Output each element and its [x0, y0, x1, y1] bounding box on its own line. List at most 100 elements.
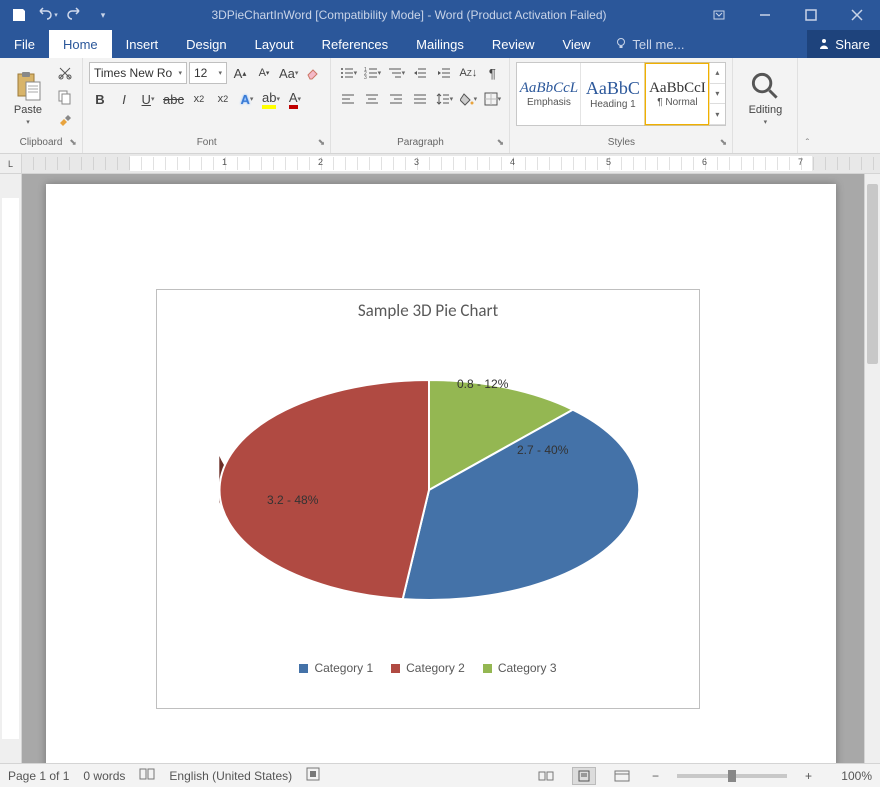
style-heading1[interactable]: AaBbCHeading 1 — [581, 63, 645, 125]
redo-button[interactable] — [62, 2, 88, 28]
cut-button[interactable] — [54, 62, 76, 84]
save-button[interactable] — [6, 2, 32, 28]
style-preview: AaBbCcI — [649, 80, 706, 97]
status-language[interactable]: English (United States) — [169, 769, 292, 783]
ruler-vertical[interactable] — [0, 174, 22, 763]
share-button[interactable]: Share — [807, 30, 880, 58]
zoom-knob[interactable] — [728, 770, 736, 782]
style-normal[interactable]: AaBbCcI¶ Normal — [645, 63, 709, 125]
status-page[interactable]: Page 1 of 1 — [8, 769, 69, 783]
scissors-icon — [57, 65, 73, 81]
paste-button[interactable]: Paste ▾ — [6, 62, 50, 134]
editing-button[interactable]: Editing ▾ — [739, 62, 791, 134]
font-size-combo[interactable]: 12▾ — [189, 62, 227, 84]
data-label-c1: 2.7 - 40% — [517, 443, 568, 457]
zoom-slider[interactable] — [677, 774, 787, 778]
read-icon — [538, 770, 554, 782]
align-center-button[interactable] — [361, 88, 383, 110]
zoom-level[interactable]: 100% — [830, 769, 872, 783]
tab-home[interactable]: Home — [49, 30, 112, 58]
font-launcher[interactable]: ⬊ — [315, 137, 327, 149]
grow-font-button[interactable]: A▴ — [229, 62, 251, 84]
status-proofing[interactable] — [139, 767, 155, 784]
group-paragraph: ▾ 123▾ ▾ AZ↓ ¶ ▾ ▾ ▾ — [331, 58, 510, 153]
tab-layout[interactable]: Layout — [241, 30, 308, 58]
tab-selector[interactable]: L — [0, 154, 22, 173]
view-web-button[interactable] — [610, 767, 634, 785]
styles-up[interactable]: ▴ — [709, 63, 725, 84]
tab-view[interactable]: View — [548, 30, 604, 58]
font-name-combo[interactable]: Times New Ro▾ — [89, 62, 187, 84]
data-label-c2: 3.2 - 48% — [267, 493, 318, 507]
font-color-button[interactable]: A▾ — [284, 88, 306, 110]
justify-button[interactable] — [409, 88, 431, 110]
status-macro[interactable] — [306, 767, 320, 784]
ruler-num: 5 — [606, 157, 611, 167]
increase-indent-button[interactable] — [433, 62, 455, 84]
view-read-button[interactable] — [534, 767, 558, 785]
align-left-button[interactable] — [337, 88, 359, 110]
lightbulb-icon — [614, 37, 628, 51]
subscript-button[interactable]: x2 — [188, 88, 210, 110]
tab-insert[interactable]: Insert — [112, 30, 173, 58]
document-canvas[interactable]: Sample 3D Pie Chart 0.8 - 12% — [22, 174, 880, 763]
align-center-icon — [365, 92, 379, 106]
tab-review[interactable]: Review — [478, 30, 549, 58]
scrollbar-vertical[interactable] — [864, 174, 880, 763]
macro-icon — [306, 767, 320, 781]
collapse-ribbon-button[interactable]: ˆ — [798, 58, 816, 153]
zoom-out-button[interactable]: − — [648, 769, 663, 783]
legend-swatch — [299, 664, 308, 673]
borders-button[interactable]: ▾ — [481, 88, 503, 110]
ruler-num: 2 — [318, 157, 323, 167]
qat-customize[interactable]: ▾ — [90, 2, 116, 28]
brush-icon — [57, 113, 73, 129]
bullets-button[interactable]: ▾ — [337, 62, 359, 84]
multilevel-list-button[interactable]: ▾ — [385, 62, 407, 84]
close-button[interactable] — [834, 0, 880, 30]
numbering-button[interactable]: 123▾ — [361, 62, 383, 84]
status-words[interactable]: 0 words — [83, 769, 125, 783]
styles-more[interactable]: ▾ — [709, 104, 725, 125]
highlight-button[interactable]: ab▾ — [260, 88, 282, 110]
tab-file[interactable]: File — [0, 30, 49, 58]
clear-formatting-button[interactable] — [302, 62, 324, 84]
ribbon-options-button[interactable] — [696, 0, 742, 30]
scrollbar-thumb[interactable] — [867, 184, 878, 364]
superscript-button[interactable]: x2 — [212, 88, 234, 110]
maximize-button[interactable] — [788, 0, 834, 30]
styles-label: Styles — [608, 137, 635, 148]
tell-me-search[interactable]: Tell me... — [604, 30, 694, 58]
view-print-button[interactable] — [572, 767, 596, 785]
italic-button[interactable]: I — [113, 88, 135, 110]
copy-button[interactable] — [54, 86, 76, 108]
ruler-horizontal[interactable]: L 1 2 3 4 5 6 7 — [0, 154, 880, 174]
clipboard-launcher[interactable]: ⬊ — [67, 137, 79, 149]
shading-button[interactable]: ▾ — [457, 88, 479, 110]
style-emphasis[interactable]: AaBbCcLEmphasis — [517, 63, 581, 125]
decrease-indent-button[interactable] — [409, 62, 431, 84]
align-right-button[interactable] — [385, 88, 407, 110]
text-effects-button[interactable]: A▾ — [236, 88, 258, 110]
sort-button[interactable]: AZ↓ — [457, 62, 479, 84]
strikethrough-button[interactable]: abc — [161, 88, 186, 110]
underline-button[interactable]: U▾ — [137, 88, 159, 110]
ruler-num: 3 — [414, 157, 419, 167]
format-painter-button[interactable] — [54, 110, 76, 132]
undo-button[interactable]: ▾ — [34, 2, 60, 28]
change-case-button[interactable]: Aa▾ — [277, 62, 300, 84]
zoom-in-button[interactable]: + — [801, 769, 816, 783]
bold-button[interactable]: B — [89, 88, 111, 110]
show-marks-button[interactable]: ¶ — [481, 62, 503, 84]
tab-design[interactable]: Design — [172, 30, 240, 58]
paragraph-launcher[interactable]: ⬊ — [494, 137, 506, 149]
styles-launcher[interactable]: ⬊ — [717, 137, 729, 149]
tab-references[interactable]: References — [308, 30, 402, 58]
shrink-font-button[interactable]: A▾ — [253, 62, 275, 84]
chart-object[interactable]: Sample 3D Pie Chart 0.8 - 12% — [156, 289, 700, 709]
line-spacing-button[interactable]: ▾ — [433, 88, 455, 110]
tab-mailings[interactable]: Mailings — [402, 30, 478, 58]
minimize-button[interactable] — [742, 0, 788, 30]
styles-down[interactable]: ▾ — [709, 84, 725, 105]
chart-body: 0.8 - 12% 2.7 - 40% 3.2 - 48% — [157, 325, 699, 655]
